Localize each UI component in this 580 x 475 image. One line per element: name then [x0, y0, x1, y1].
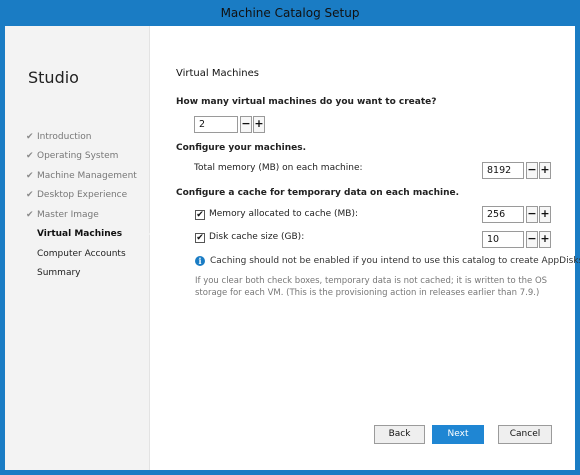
back-button[interactable]: Back	[374, 425, 425, 444]
caching-warning-text: Caching should not be enabled if you int…	[210, 256, 580, 266]
checkmark-icon: ✔	[196, 233, 204, 243]
vm-count-question: How many virtual machines do you want to…	[176, 97, 437, 107]
configure-machines-heading: Configure your machines.	[176, 143, 306, 153]
check-icon: ✔	[26, 131, 34, 142]
disk-cache-increment-button[interactable]: +	[539, 231, 551, 248]
step-machine-management[interactable]: ✔ Machine Management	[26, 166, 137, 186]
step-label: Virtual Machines	[37, 229, 123, 240]
step-label: Computer Accounts	[37, 248, 126, 259]
total-memory-increment-button[interactable]: +	[539, 162, 551, 179]
step-label: Master Image	[37, 209, 99, 220]
wizard-sidebar: Studio ✔ Introduction ✔ Operating System…	[5, 26, 149, 470]
memory-cache-label: Memory allocated to cache (MB):	[209, 209, 358, 219]
active-step-pointer	[149, 226, 158, 242]
total-memory-label: Total memory (MB) on each machine:	[194, 163, 363, 173]
step-label: Machine Management	[37, 170, 137, 181]
step-label: Desktop Experience	[37, 190, 128, 201]
cache-note-text: If you clear both check boxes, temporary…	[195, 276, 548, 298]
step-label: Operating System	[37, 151, 119, 162]
total-memory-decrement-button[interactable]: −	[526, 162, 538, 179]
vm-count-decrement-button[interactable]: −	[240, 116, 252, 133]
memory-cache-increment-button[interactable]: +	[539, 206, 551, 223]
step-virtual-machines[interactable]: Virtual Machines	[26, 225, 137, 245]
step-introduction[interactable]: ✔ Introduction	[26, 127, 137, 147]
check-icon: ✔	[26, 170, 34, 181]
step-label: Introduction	[37, 131, 92, 142]
step-operating-system[interactable]: ✔ Operating System	[26, 147, 137, 167]
info-icon: i	[195, 256, 205, 266]
sidebar-divider	[149, 26, 150, 470]
total-memory-input[interactable]: 8192	[482, 162, 524, 179]
checkmark-icon: ✔	[196, 210, 204, 220]
check-icon: ✔	[26, 151, 34, 162]
wizard-client: Studio ✔ Introduction ✔ Operating System…	[5, 26, 580, 470]
step-list: ✔ Introduction ✔ Operating System ✔ Mach…	[26, 127, 137, 283]
disk-cache-decrement-button[interactable]: −	[526, 231, 538, 248]
step-desktop-experience[interactable]: ✔ Desktop Experience	[26, 186, 137, 206]
next-button[interactable]: Next	[432, 425, 484, 444]
brand-title: Studio	[28, 68, 79, 87]
step-computer-accounts: Computer Accounts	[26, 244, 137, 264]
app-window: Machine Catalog Setup Studio ✔ Introduct…	[0, 0, 580, 475]
disk-cache-label: Disk cache size (GB):	[209, 232, 305, 242]
disk-cache-input[interactable]: 10	[482, 231, 524, 248]
cancel-button[interactable]: Cancel	[498, 425, 552, 444]
wizard-main: Virtual Machines How many virtual machin…	[176, 26, 580, 470]
step-summary: Summary	[26, 264, 137, 284]
window-title: Machine Catalog Setup	[220, 6, 360, 20]
disk-cache-checkbox[interactable]: ✔	[195, 233, 205, 243]
vm-count-increment-button[interactable]: +	[253, 116, 265, 133]
memory-cache-checkbox[interactable]: ✔	[195, 210, 205, 220]
check-icon: ✔	[26, 209, 34, 220]
cache-heading: Configure a cache for temporary data on …	[176, 188, 460, 198]
vm-count-input[interactable]: 2	[194, 116, 238, 133]
memory-cache-decrement-button[interactable]: −	[526, 206, 538, 223]
memory-cache-input[interactable]: 256	[482, 206, 524, 223]
step-master-image[interactable]: ✔ Master Image	[26, 205, 137, 225]
check-icon: ✔	[26, 190, 34, 201]
step-label: Summary	[37, 268, 81, 279]
page-title: Virtual Machines	[176, 68, 259, 79]
